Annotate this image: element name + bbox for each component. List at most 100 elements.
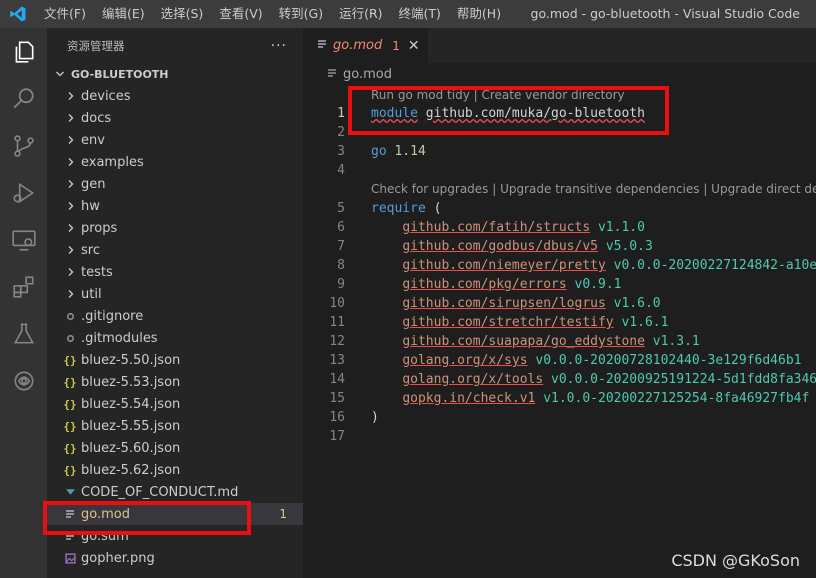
dependency-version: v0.9.1 (574, 277, 622, 292)
tree-file[interactable]: .gitignore (47, 305, 303, 327)
tree-folder-tests[interactable]: tests (47, 261, 303, 283)
menu-item[interactable]: 查看(V) (211, 0, 270, 28)
code-line[interactable]: 4 (303, 161, 816, 180)
tree-file[interactable]: CODE_OF_CONDUCT.md (47, 481, 303, 503)
menu-item[interactable]: 选择(S) (153, 0, 212, 28)
chevron-right-icon (63, 223, 79, 233)
tree-file[interactable]: {} bluez-5.53.json (47, 371, 303, 393)
tree-folder-devices[interactable]: devices (47, 85, 303, 107)
line-number: 6 (337, 220, 345, 235)
tree-folder-props[interactable]: props (47, 217, 303, 239)
chevron-right-icon (63, 113, 79, 123)
code-line[interactable]: 14 golang.org/x/tools v0.0.0-20200925191… (303, 370, 816, 389)
line-text: github.com/niemeyer/pretty v0.0.0-202002… (371, 256, 816, 275)
menu-item[interactable]: 终端(T) (391, 0, 449, 28)
window-title: go.mod - go-bluetooth - Visual Studio Co… (530, 6, 800, 21)
dependency-path[interactable]: github.com/pkg/errors (402, 277, 566, 292)
tree-item-label: bluez-5.54.json (81, 396, 181, 412)
dependency-path[interactable]: github.com/sirupsen/logrus (402, 296, 606, 311)
workspace-folder-header[interactable]: GO-BLUETOOTH (47, 63, 303, 85)
code-line[interactable]: 5 require ( (303, 199, 816, 218)
source-control-icon[interactable] (0, 122, 47, 169)
dependency-path[interactable]: golang.org/x/sys (402, 353, 527, 368)
tree-folder-hw[interactable]: hw (47, 195, 303, 217)
breadcrumb-item[interactable]: go.mod (343, 67, 392, 82)
run-debug-icon[interactable] (0, 169, 47, 216)
menu-item[interactable]: 文件(F) (36, 0, 94, 28)
extensions-icon[interactable] (0, 263, 47, 310)
dependency-path[interactable]: gopkg.in/check.v1 (402, 391, 535, 406)
menu-item[interactable]: 转到(G) (271, 0, 331, 28)
tree-file[interactable]: {} bluez-5.55.json (47, 415, 303, 437)
dependency-path[interactable]: github.com/godbus/dbus/v5 (402, 239, 598, 254)
menu-item[interactable]: 编辑(E) (94, 0, 153, 28)
remote-explorer-icon[interactable] (0, 216, 47, 263)
json-icon: {} (63, 375, 77, 389)
line-text: require ( (371, 199, 441, 218)
chevron-right-icon (63, 201, 79, 211)
json-icon: {} (63, 441, 77, 455)
tree-file[interactable]: .gitmodules (47, 327, 303, 349)
tree-folder-src[interactable]: src (47, 239, 303, 261)
tree-item-label: docs (81, 110, 112, 126)
line-text: github.com/stretchr/testify v1.6.1 (371, 313, 668, 332)
tab-problem-badge: 1 (392, 38, 400, 53)
highlight-box-gomod-file (43, 501, 251, 535)
line-text: golang.org/x/tools v0.0.0-20200925191224… (371, 370, 816, 389)
code-line[interactable]: 11 github.com/stretchr/testify v1.6.1 (303, 313, 816, 332)
tree-file[interactable]: {} bluez-5.54.json (47, 393, 303, 415)
code-line[interactable]: 13 golang.org/x/sys v0.0.0-2020072810244… (303, 351, 816, 370)
tree-folder-docs[interactable]: docs (47, 107, 303, 129)
line-number: 15 (329, 391, 345, 406)
chevron-right-icon (63, 135, 79, 145)
close-icon[interactable]: ✕ (408, 38, 420, 54)
dependency-path[interactable]: golang.org/x/tools (402, 372, 543, 387)
code-line[interactable]: 16) (303, 408, 816, 427)
tree-item-label: .gitmodules (81, 330, 158, 346)
tree-item-label: bluez-5.55.json (81, 418, 181, 434)
tree-file[interactable]: {} bluez-5.50.json (47, 349, 303, 371)
code-line[interactable]: 12 github.com/suapapa/go_eddystone v1.3.… (303, 332, 816, 351)
dependency-path[interactable]: github.com/suapapa/go_eddystone (402, 334, 645, 349)
go-version: 1.14 (394, 144, 426, 159)
dependency-path[interactable]: github.com/niemeyer/pretty (402, 258, 606, 273)
menu-item[interactable]: 帮助(H) (449, 0, 509, 28)
tree-item-label: hw (81, 198, 100, 214)
code-line[interactable]: 17 (303, 427, 816, 446)
line-number: 3 (337, 144, 345, 159)
tree-folder-examples[interactable]: examples (47, 151, 303, 173)
menu-bar: 文件(F) 编辑(E) 选择(S) 查看(V) 转到(G) 运行(R) 终端(T) 帮助(H) (36, 0, 509, 28)
markdown-icon (61, 487, 79, 498)
search-icon[interactable] (0, 75, 47, 122)
code-line[interactable]: 7 github.com/godbus/dbus/v5 v5.0.3 (303, 237, 816, 256)
more-actions-icon[interactable]: ··· (271, 38, 287, 54)
line-number: 16 (329, 410, 345, 425)
tree-folder-util[interactable]: util (47, 283, 303, 305)
json-icon: {} (63, 353, 77, 367)
code-line[interactable]: 10 github.com/sirupsen/logrus v1.6.0 (303, 294, 816, 313)
code-line[interactable]: 15 gopkg.in/check.v1 v1.0.0-202002271252… (303, 389, 816, 408)
code-line[interactable]: 8 github.com/niemeyer/pretty v0.0.0-2020… (303, 256, 816, 275)
line-text: github.com/godbus/dbus/v5 v5.0.3 (371, 237, 653, 256)
code-line[interactable]: 9 github.com/pkg/errors v0.9.1 (303, 275, 816, 294)
dependency-path[interactable]: github.com/fatih/structs (402, 220, 590, 235)
code-line[interactable]: 3 go 1.14 (303, 142, 816, 161)
dependency-version: v5.0.3 (605, 239, 653, 254)
tab-go-mod[interactable]: go.mod 1 ✕ (303, 28, 428, 63)
tree-folder-env[interactable]: env (47, 129, 303, 151)
testing-icon[interactable] (0, 310, 47, 357)
tree-item-label: gopher.png (81, 550, 155, 566)
vscode-logo-icon[interactable] (0, 0, 36, 28)
dependency-path[interactable]: github.com/stretchr/testify (402, 315, 613, 330)
menu-item[interactable]: 运行(R) (331, 0, 390, 28)
explorer-icon[interactable] (0, 28, 47, 75)
code-line[interactable]: 6 github.com/fatih/structs v1.1.0 (303, 218, 816, 237)
tree-folder-gen[interactable]: gen (47, 173, 303, 195)
tree-file[interactable]: gopher.png (47, 547, 303, 569)
code-lens[interactable]: Check for upgrades | Upgrade transitive … (371, 181, 816, 198)
tree-item-label: env (81, 132, 105, 148)
go-icon[interactable] (0, 357, 47, 404)
tree-file[interactable]: {} bluez-5.62.json (47, 459, 303, 481)
tree-file[interactable]: {} bluez-5.60.json (47, 437, 303, 459)
line-number: 2 (337, 125, 345, 140)
